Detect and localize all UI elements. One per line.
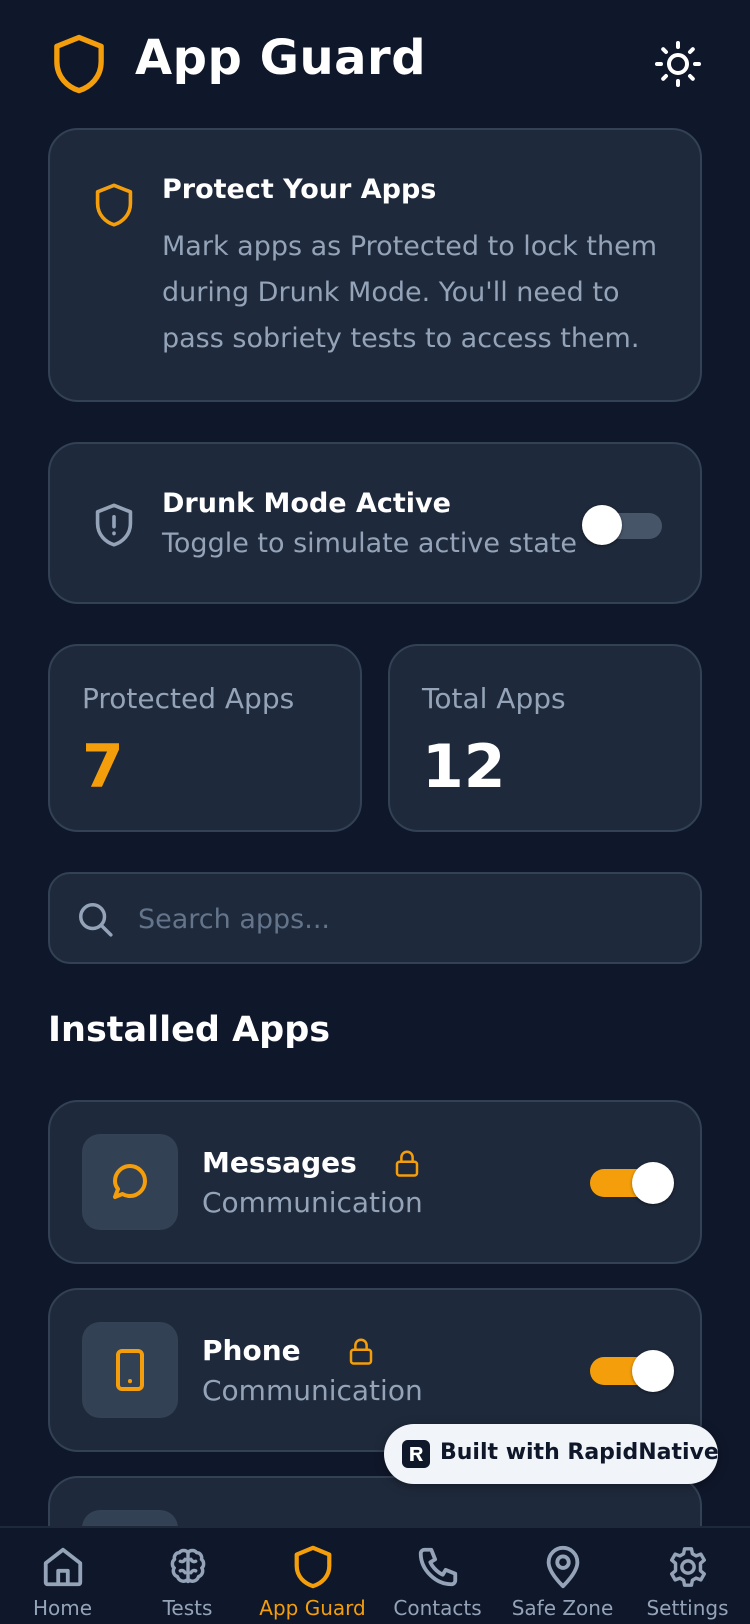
nav-label: Tests: [162, 1596, 213, 1620]
app-name: Messages: [202, 1146, 357, 1179]
info-card-body: Mark apps as Protected to lock them duri…: [162, 224, 662, 362]
drunk-mode-card: Drunk Mode Active Toggle to simulate act…: [48, 442, 702, 604]
nav-item-app-guard[interactable]: App Guard: [250, 1528, 375, 1624]
sun-icon[interactable]: [654, 40, 702, 88]
info-card-title: Protect Your Apps: [162, 174, 437, 205]
drunk-mode-subtitle: Toggle to simulate active state: [162, 528, 577, 559]
toggle-knob: [582, 505, 622, 545]
total-apps-stat: Total Apps 12: [388, 644, 702, 832]
app-name: Phone: [202, 1334, 301, 1367]
gear-icon: [669, 1547, 707, 1587]
toggle-knob: [632, 1350, 674, 1392]
drunk-mode-title: Drunk Mode Active: [162, 488, 451, 519]
info-card-line: during Drunk Mode. You'll need to: [162, 277, 620, 308]
search-bar: [48, 872, 702, 964]
shield-icon: [54, 34, 104, 94]
app-guard-screen: App Guard Protect Your Apps Mark apps as…: [0, 0, 750, 1624]
shield-icon: [95, 183, 133, 227]
map-pin-icon: [546, 1545, 580, 1589]
nav-label: Safe Zone: [511, 1596, 614, 1620]
rapidnative-logo-icon: [402, 1440, 430, 1468]
protected-apps-stat: Protected Apps 7: [48, 644, 362, 832]
drunk-mode-toggle[interactable]: [582, 505, 662, 545]
page-title: App Guard: [135, 30, 427, 86]
header: App Guard: [0, 0, 750, 130]
nav-item-settings[interactable]: Settings: [625, 1528, 750, 1624]
search-input[interactable]: [138, 894, 678, 944]
shield-icon: [294, 1545, 332, 1589]
nav-item-home[interactable]: Home: [0, 1528, 125, 1624]
protect-info-card: Protect Your Apps Mark apps as Protected…: [48, 128, 702, 402]
nav-item-safe-zone[interactable]: Safe Zone: [500, 1528, 625, 1624]
shield-alert-icon: [95, 503, 133, 547]
nav-item-contacts[interactable]: Contacts: [375, 1528, 500, 1624]
search-icon: [79, 903, 113, 937]
badge-text: Built with RapidNative: [440, 1440, 719, 1465]
nav-label: App Guard: [259, 1596, 366, 1620]
app-category: Communication: [202, 1374, 423, 1407]
bottom-nav: Home Tests App Guard Contacts Safe Zone …: [0, 1526, 750, 1624]
app-icon-container: [82, 1322, 178, 1418]
lock-icon: [349, 1338, 373, 1365]
lock-icon: [395, 1150, 419, 1177]
stat-label: Total Apps: [422, 682, 566, 715]
stat-value: 12: [422, 732, 506, 802]
protect-toggle[interactable]: [590, 1162, 674, 1204]
app-category: Communication: [202, 1186, 423, 1219]
info-card-line: Mark apps as Protected to lock them: [162, 231, 658, 262]
toggle-knob: [632, 1162, 674, 1204]
built-with-badge[interactable]: Built with RapidNative: [384, 1424, 719, 1484]
nav-label: Settings: [646, 1596, 729, 1620]
phone-icon: [418, 1547, 458, 1587]
smartphone-icon: [116, 1349, 144, 1391]
app-row-messages[interactable]: Messages Communication: [48, 1100, 702, 1264]
nav-label: Home: [32, 1596, 93, 1620]
brain-icon: [170, 1548, 206, 1584]
stat-value: 7: [82, 732, 124, 802]
app-icon-container: [82, 1134, 178, 1230]
home-icon: [43, 1547, 83, 1587]
section-title: Installed Apps: [48, 1010, 331, 1050]
info-card-line: pass sobriety tests to access them.: [162, 323, 640, 354]
protect-toggle[interactable]: [590, 1350, 674, 1392]
nav-label: Contacts: [393, 1596, 482, 1620]
stat-label: Protected Apps: [82, 682, 295, 715]
nav-item-tests[interactable]: Tests: [125, 1528, 250, 1624]
message-circle-icon: [113, 1164, 147, 1199]
